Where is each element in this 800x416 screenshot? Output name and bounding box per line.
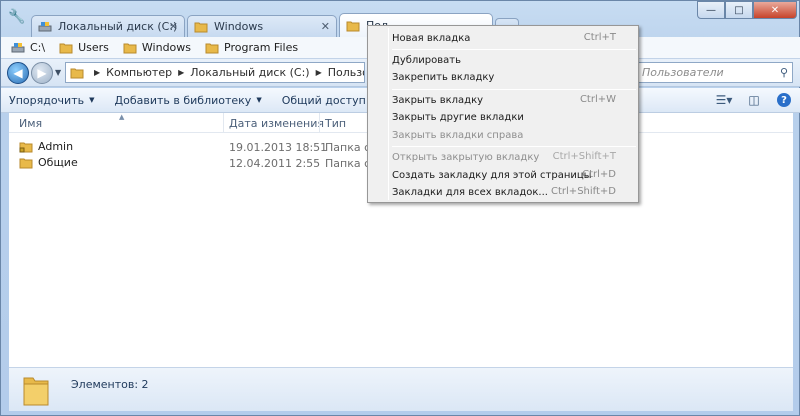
tab-label: Windows (214, 20, 264, 33)
address-bar[interactable]: ▶ Компьютер ▶ Локальный диск (C:) ▶ Поль… (65, 62, 365, 83)
search-icon[interactable]: ⚲ (780, 66, 788, 79)
folder-icon (19, 158, 33, 168)
chevron-down-icon: ▼ (256, 96, 262, 104)
menu-label: Закладки для всех вкладок... (392, 186, 548, 198)
folder-icon (123, 43, 137, 53)
column-divider[interactable] (223, 113, 224, 133)
folder-icon (194, 22, 208, 32)
menu-item-new-tab[interactable]: Новая вкладка Ctrl+T (370, 28, 636, 48)
folder-icon (23, 377, 49, 406)
search-input[interactable]: Пользователи ⚲ (633, 62, 793, 83)
help-icon: ? (777, 93, 791, 107)
help-button[interactable]: ? (775, 92, 793, 108)
bookmark-users[interactable]: Users (59, 41, 109, 54)
locked-folder-icon (19, 142, 33, 152)
share-button[interactable]: Общий доступ ▼ (282, 94, 376, 107)
item-count: Элементов: 2 (71, 378, 149, 391)
bookmark-label: Windows (141, 41, 192, 54)
file-name: Admin (19, 140, 73, 153)
tab-context-menu: Новая вкладка Ctrl+T Дублировать Закрепи… (367, 25, 639, 203)
column-date[interactable]: Дата изменения (229, 117, 324, 130)
file-name-label: Общие (38, 156, 78, 169)
menu-item-close-other-tabs[interactable]: Закрыть другие вкладки (370, 107, 636, 127)
file-name-label: Admin (38, 140, 74, 153)
menu-shortcut: Ctrl+Shift+D (551, 186, 616, 197)
back-button[interactable]: ◀ (7, 62, 29, 84)
folder-icon (205, 43, 219, 53)
menu-label: Дублировать (392, 54, 461, 66)
menu-shortcut: Ctrl+T (583, 32, 616, 43)
bookmark-program-files[interactable]: Program Files (205, 41, 298, 54)
breadcrumb-local-disk[interactable]: Локальный диск (C:) (190, 66, 309, 79)
menu-item-close-tabs-right: Закрыть вкладки справа (370, 125, 636, 145)
folder-icon (70, 68, 84, 78)
column-name[interactable]: Имя (19, 117, 42, 130)
bookmark-label: Users (78, 41, 109, 54)
close-window-icon[interactable]: ✕ (753, 1, 797, 19)
view-options-icon[interactable]: ☰▾ (715, 92, 733, 108)
forward-button[interactable]: ▶ (31, 62, 53, 84)
menu-label: Новая вкладка (392, 32, 471, 44)
history-dropdown-icon[interactable]: ▼ (55, 68, 61, 77)
tab-label: Локальный диск (C:) (58, 20, 178, 33)
status-bar: Элементов: 2 (9, 367, 793, 411)
view-controls: ☰▾ ◫ ? (703, 92, 793, 108)
explorer-window: 🔧 Локальный диск (C:) ✕ Windows ✕ Пол — … (0, 0, 800, 416)
maximize-icon[interactable]: □ (725, 1, 753, 19)
folder-icon (346, 21, 360, 31)
add-library-label: Добавить в библиотеку (114, 93, 252, 107)
organize-label: Упорядочить (9, 93, 85, 107)
menu-label: Закрепить вкладку (392, 71, 495, 83)
column-divider[interactable] (319, 113, 320, 133)
column-type[interactable]: Тип (325, 117, 346, 130)
drive-icon (11, 42, 25, 52)
add-to-library-button[interactable]: Добавить в библиотеку ▼ (115, 94, 262, 107)
bookmark-c-drive[interactable]: C:\ (11, 41, 45, 54)
menu-item-reopen-closed-tab: Открыть закрытую вкладку Ctrl+Shift+T (370, 147, 636, 167)
wrench-icon[interactable]: 🔧 (7, 7, 27, 27)
share-label: Общий доступ (281, 93, 366, 107)
bookmark-label: Program Files (224, 41, 299, 54)
menu-label: Открыть закрытую вкладку (392, 151, 540, 163)
menu-label: Закрыть вкладку (392, 94, 484, 106)
preview-pane-icon[interactable]: ◫ (745, 92, 763, 108)
menu-label: Закрыть вкладки справа (392, 129, 524, 141)
menu-shortcut: Ctrl+W (579, 94, 616, 105)
tab-local-disk[interactable]: Локальный диск (C:) ✕ (31, 15, 185, 37)
menu-shortcut: Ctrl+D (582, 169, 616, 180)
file-date: 12.04.2011 2:55 (229, 157, 321, 170)
minimize-icon[interactable]: — (697, 1, 725, 19)
search-placeholder: Пользователи (642, 66, 724, 79)
organize-button[interactable]: Упорядочить ▼ (9, 94, 95, 107)
chevron-right-icon[interactable]: ▶ (316, 68, 322, 77)
drive-icon (38, 21, 52, 31)
file-date: 19.01.2013 18:51 (229, 141, 328, 154)
bookmark-label: C:\ (30, 41, 46, 54)
close-icon[interactable]: ✕ (169, 20, 178, 33)
breadcrumb-computer[interactable]: Компьютер (106, 66, 172, 79)
chevron-right-icon[interactable]: ▶ (178, 68, 184, 77)
folder-icon (59, 43, 73, 53)
file-name: Общие (19, 156, 78, 169)
window-controls: — □ ✕ (697, 1, 797, 19)
close-icon[interactable]: ✕ (321, 20, 330, 33)
bookmark-windows[interactable]: Windows (123, 41, 191, 54)
sort-arrow-icon: ▲ (119, 113, 125, 121)
chevron-down-icon: ▼ (89, 96, 95, 104)
breadcrumb-users[interactable]: Пользователи (328, 66, 364, 79)
menu-shortcut: Ctrl+Shift+T (552, 151, 616, 162)
menu-label: Создать закладку для этой страницы (392, 169, 592, 181)
tab-windows[interactable]: Windows ✕ (187, 15, 337, 37)
menu-item-pin-tab[interactable]: Закрепить вкладку (370, 67, 636, 87)
menu-label: Закрыть другие вкладки (392, 111, 524, 123)
menu-item-bookmark-all-tabs[interactable]: Закладки для всех вкладок... Ctrl+Shift+… (370, 182, 636, 202)
chevron-right-icon[interactable]: ▶ (94, 68, 100, 77)
